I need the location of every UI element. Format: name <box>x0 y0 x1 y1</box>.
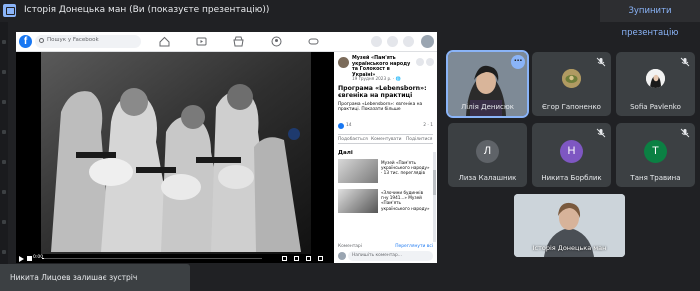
mic-off-icon <box>679 56 691 68</box>
facebook-logo[interactable]: f <box>19 35 32 48</box>
video-progress[interactable] <box>42 258 262 259</box>
panel-scrollbar[interactable] <box>433 152 436 242</box>
participant-tile[interactable]: Sofia Pavlenko <box>616 52 695 116</box>
comments-shares-count: 2 · 1 <box>423 123 433 128</box>
video-frame-image <box>41 52 311 254</box>
more-options-icon[interactable]: ⋯ <box>511 55 525 69</box>
mic-off-icon <box>679 127 691 139</box>
participant-name: Єгор Гапоненко <box>542 103 601 111</box>
more-options-icon[interactable] <box>416 58 424 66</box>
facebook-navbar: f Пошук у Facebook <box>16 32 437 52</box>
related-video-item[interactable]: Музей «Пам'ять українського народу» · 13… <box>338 159 430 185</box>
participant-tile[interactable]: Єгор Гапоненко <box>532 52 611 116</box>
participant-name: Sofia Pavlenko <box>630 103 681 111</box>
post-title: Програма «Lebensborn»: євгеніка на практ… <box>338 85 427 100</box>
close-icon[interactable] <box>426 58 434 66</box>
notifications-icon[interactable] <box>403 36 414 47</box>
search-icon <box>39 38 44 43</box>
stop-presenting-button[interactable]: Зупинити презентацію <box>600 0 700 38</box>
participant-name: Никита Борблик <box>541 174 602 182</box>
page-avatar[interactable] <box>338 57 349 68</box>
related-video-item[interactable]: «Злочини будинків гну 1941...» Музей «Па… <box>338 189 430 215</box>
presentation-bar: Історія Донецька ман (Ви (показуєте през… <box>0 0 700 38</box>
related-title: «Злочини будинків гну 1941...» Музей «Па… <box>381 190 430 211</box>
reactions-count: 14 <box>346 123 352 128</box>
comment-composer: Напишіть коментар... <box>338 251 433 262</box>
related-thumbnail <box>338 189 378 213</box>
video-icon[interactable] <box>196 36 207 47</box>
post-side-panel: Музей «Пам'ять українського народу та Го… <box>334 52 437 263</box>
settings-icon[interactable] <box>282 256 287 261</box>
presentation-title: Історія Донецька ман (Ви (показуєте през… <box>24 5 270 15</box>
like-icon <box>338 123 344 129</box>
comment-button[interactable]: Коментувати <box>371 137 402 142</box>
menu-icon[interactable] <box>371 36 382 47</box>
related-heading: Далі <box>338 150 353 156</box>
participant-avatar: Т <box>644 140 667 163</box>
participant-left-toast: Никита Лицоев залишає зустріч <box>0 264 190 291</box>
participant-avatar <box>562 69 581 88</box>
like-button[interactable]: Подобається <box>338 137 368 142</box>
participant-name: Лиза Калашник <box>458 174 517 182</box>
volume-icon[interactable] <box>27 256 32 261</box>
profile-avatar[interactable] <box>421 35 434 48</box>
post-actions: Подобається Коментувати Поділитися <box>338 134 433 144</box>
volume-slider-icon[interactable] <box>318 256 323 261</box>
video-controls: 0:00 <box>16 254 334 263</box>
play-icon[interactable] <box>19 256 24 262</box>
comment-input[interactable]: Напишіть коментар... <box>348 251 433 261</box>
share-button[interactable]: Поділитися <box>406 137 432 142</box>
commenter-avatar <box>338 252 346 260</box>
shared-screen: f Пошук у Facebook 0:00 Музей «Пам'ять у… <box>16 32 437 263</box>
participant-name: Таня Травина <box>630 174 681 182</box>
groups-icon[interactable] <box>271 36 282 47</box>
related-title: Музей «Пам'ять українського народу» · 13… <box>381 160 430 176</box>
participant-tile[interactable]: ⋯ Лілія Денисюк <box>446 50 529 118</box>
video-player[interactable]: 0:00 <box>16 52 334 263</box>
participant-name: Лілія Денисюк <box>461 103 514 111</box>
self-view-tile[interactable]: Історія Донецька ман <box>514 194 625 257</box>
marketplace-icon[interactable] <box>233 36 244 47</box>
pip-icon[interactable] <box>294 256 299 261</box>
facebook-search[interactable]: Пошук у Facebook <box>35 35 141 48</box>
view-all-comments-link[interactable]: Переглянути всі <box>395 244 433 249</box>
self-view-name: Історія Донецька ман <box>532 244 607 252</box>
mic-off-icon <box>595 56 607 68</box>
post-date: 19 грудня 2023 р. · 🌐 <box>352 76 401 81</box>
participant-tile[interactable]: Т Таня Травина <box>616 123 695 187</box>
mic-off-icon <box>595 127 607 139</box>
comments-label: Коментарі <box>338 244 362 249</box>
comments-header: Коментарі Переглянути всі <box>338 244 433 249</box>
home-icon[interactable] <box>159 36 170 47</box>
fullscreen-icon[interactable] <box>306 256 311 261</box>
present-screen-icon <box>3 4 16 17</box>
participant-avatar: Н <box>560 140 583 163</box>
reactions-row[interactable]: 14 2 · 1 <box>338 122 433 130</box>
participant-tile[interactable]: Л Лиза Калашник <box>448 123 527 187</box>
left-rail <box>0 22 8 291</box>
gaming-icon[interactable] <box>308 36 319 47</box>
participant-avatar <box>646 69 665 88</box>
search-placeholder: Пошук у Facebook <box>47 37 99 43</box>
related-thumbnail <box>338 159 378 183</box>
participant-tile[interactable]: Н Никита Борблик <box>532 123 611 187</box>
participant-avatar: Л <box>476 140 499 163</box>
post-text: Програма «Lebensborn»: євгеніка на практ… <box>338 102 423 113</box>
messenger-icon[interactable] <box>387 36 398 47</box>
